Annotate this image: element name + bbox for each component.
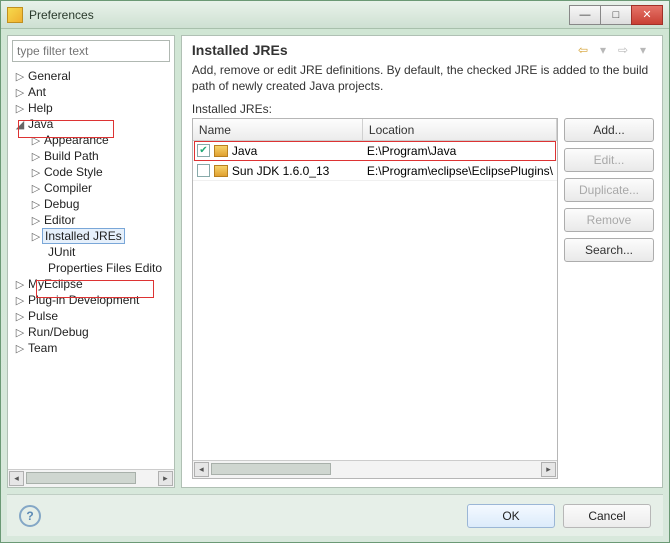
footer: ? OK Cancel <box>7 494 663 536</box>
add-button[interactable]: Add... <box>564 118 654 142</box>
client-area: ▷General ▷Ant ▷Help ◢Java ▷Appearance ▷B… <box>1 29 669 542</box>
window-title: Preferences <box>29 8 570 22</box>
checkbox-icon[interactable]: ✔ <box>197 144 210 157</box>
minimize-button[interactable]: — <box>569 5 601 25</box>
app-icon <box>7 7 23 23</box>
help-icon[interactable]: ? <box>19 505 41 527</box>
scroll-thumb[interactable] <box>211 463 331 475</box>
jre-icon <box>214 145 228 157</box>
expand-icon[interactable]: ▷ <box>14 310 26 323</box>
table-horizontal-scrollbar[interactable]: ◂ ▸ <box>193 460 557 478</box>
expand-icon[interactable]: ▷ <box>30 166 42 179</box>
tree-item-run-debug[interactable]: Run/Debug <box>26 325 91 339</box>
tree-item-build-path[interactable]: Build Path <box>42 149 101 163</box>
jre-table[interactable]: Name Location ✔ Java E:\Program\Java <box>192 118 558 479</box>
collapse-icon[interactable]: ◢ <box>14 118 26 131</box>
ok-button[interactable]: OK <box>467 504 555 528</box>
tree-item-properties-files-editor[interactable]: Properties Files Edito <box>46 261 164 275</box>
expand-icon[interactable]: ▷ <box>30 134 42 147</box>
tree-item-java[interactable]: Java <box>26 117 55 131</box>
expand-icon[interactable]: ▷ <box>30 230 42 243</box>
right-pane: Installed JREs ⇦ ▾ ⇨ ▾ Add, remove or ed… <box>181 35 663 488</box>
tree-item-appearance[interactable]: Appearance <box>42 133 111 147</box>
tree-item-myeclipse[interactable]: MyEclipse <box>26 277 85 291</box>
edit-button[interactable]: Edit... <box>564 148 654 172</box>
cell-location: E:\Program\eclipse\EclipsePlugins\ <box>367 164 553 178</box>
tree-item-junit[interactable]: JUnit <box>46 245 77 259</box>
preferences-window: Preferences — □ ✕ ▷General ▷Ant ▷Help ◢J… <box>0 0 670 543</box>
expand-icon[interactable]: ▷ <box>14 102 26 115</box>
cell-name: Sun JDK 1.6.0_13 <box>232 164 329 178</box>
table-row[interactable]: ✔ Java E:\Program\Java <box>193 141 557 161</box>
main-split: ▷General ▷Ant ▷Help ◢Java ▷Appearance ▷B… <box>7 35 663 488</box>
tree-horizontal-scrollbar[interactable]: ◂ ▸ <box>8 469 174 487</box>
left-pane: ▷General ▷Ant ▷Help ◢Java ▷Appearance ▷B… <box>7 35 175 488</box>
duplicate-button[interactable]: Duplicate... <box>564 178 654 202</box>
expand-icon[interactable]: ▷ <box>14 326 26 339</box>
expand-icon[interactable]: ▷ <box>14 278 26 291</box>
close-button[interactable]: ✕ <box>631 5 663 25</box>
button-column: Add... Edit... Duplicate... Remove Searc… <box>564 118 654 479</box>
jre-icon <box>214 165 228 177</box>
table-row[interactable]: Sun JDK 1.6.0_13 E:\Program\eclipse\Ecli… <box>193 161 557 181</box>
page-title: Installed JREs <box>192 42 574 58</box>
titlebar[interactable]: Preferences — □ ✕ <box>1 1 669 29</box>
col-location[interactable]: Location <box>363 119 557 140</box>
expand-icon[interactable]: ▷ <box>14 86 26 99</box>
tree-item-ant[interactable]: Ant <box>26 85 48 99</box>
search-button[interactable]: Search... <box>564 238 654 262</box>
forward-menu-icon[interactable]: ▾ <box>634 42 652 58</box>
cell-location: E:\Program\Java <box>367 144 456 158</box>
col-name[interactable]: Name <box>193 119 363 140</box>
tree-item-installed-jres[interactable]: Installed JREs <box>42 228 125 244</box>
remove-button[interactable]: Remove <box>564 208 654 232</box>
expand-icon[interactable]: ▷ <box>14 70 26 83</box>
back-icon[interactable]: ⇦ <box>574 42 592 58</box>
table-header: Name Location <box>193 119 557 141</box>
back-menu-icon[interactable]: ▾ <box>594 42 612 58</box>
nav-arrows: ⇦ ▾ ⇨ ▾ <box>574 42 652 58</box>
expand-icon[interactable]: ▷ <box>14 294 26 307</box>
expand-icon[interactable]: ▷ <box>30 214 42 227</box>
scroll-right-icon[interactable]: ▸ <box>541 462 556 477</box>
page-description: Add, remove or edit JRE definitions. By … <box>182 62 662 102</box>
tree-item-compiler[interactable]: Compiler <box>42 181 94 195</box>
forward-icon[interactable]: ⇨ <box>614 42 632 58</box>
expand-icon[interactable]: ▷ <box>30 150 42 163</box>
tree-item-plugin-dev[interactable]: Plug-in Development <box>26 293 141 307</box>
preference-tree[interactable]: ▷General ▷Ant ▷Help ◢Java ▷Appearance ▷B… <box>8 66 174 358</box>
tree-item-code-style[interactable]: Code Style <box>42 165 105 179</box>
tree-item-team[interactable]: Team <box>26 341 59 355</box>
checkbox-icon[interactable] <box>197 164 210 177</box>
scroll-thumb[interactable] <box>26 472 136 484</box>
tree-item-general[interactable]: General <box>26 69 73 83</box>
tree-item-pulse[interactable]: Pulse <box>26 309 60 323</box>
scroll-left-icon[interactable]: ◂ <box>9 471 24 486</box>
scroll-right-icon[interactable]: ▸ <box>158 471 173 486</box>
tree-item-editor[interactable]: Editor <box>42 213 77 227</box>
tree-item-help[interactable]: Help <box>26 101 55 115</box>
maximize-button[interactable]: □ <box>600 5 632 25</box>
expand-icon[interactable]: ▷ <box>30 182 42 195</box>
list-label: Installed JREs: <box>182 102 662 118</box>
window-controls: — □ ✕ <box>570 5 663 25</box>
cancel-button[interactable]: Cancel <box>563 504 651 528</box>
tree-item-debug[interactable]: Debug <box>42 197 81 211</box>
filter-input[interactable] <box>12 40 170 62</box>
scroll-left-icon[interactable]: ◂ <box>194 462 209 477</box>
expand-icon[interactable]: ▷ <box>30 198 42 211</box>
cell-name: Java <box>232 144 257 158</box>
expand-icon[interactable]: ▷ <box>14 342 26 355</box>
